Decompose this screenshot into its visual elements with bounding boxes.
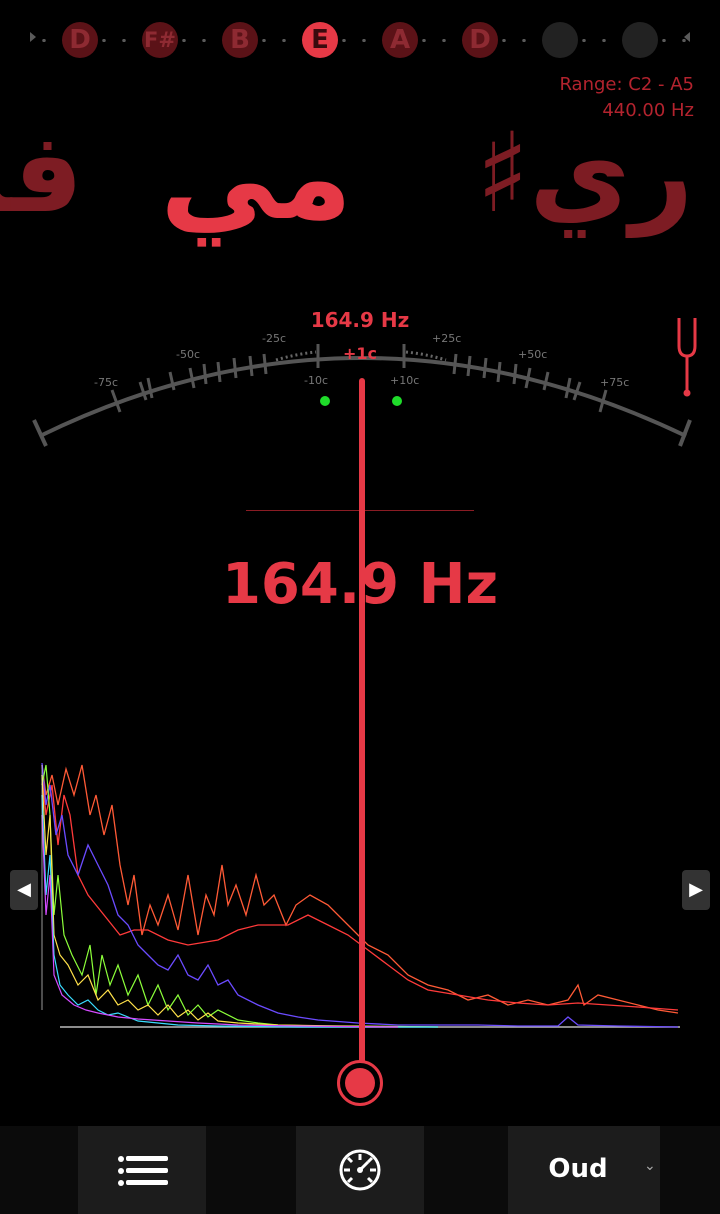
meter-frequency: 164.9 Hz <box>310 308 410 332</box>
tick-label-plus10: +10c <box>390 374 419 387</box>
tick-label-minus10: -10c <box>304 374 328 387</box>
in-tune-indicator-right <box>392 396 402 406</box>
range-text: Range: C2 - A5 <box>559 74 694 95</box>
instrument-label: Oud <box>548 1154 608 1184</box>
string-button-a[interactable]: A <box>382 22 418 58</box>
string-button-empty-2[interactable] <box>622 22 658 58</box>
tick-label-plus75: +75c <box>600 376 629 389</box>
string-button-d-high[interactable]: D <box>462 22 498 58</box>
toolbar-spacer-4 <box>660 1126 720 1214</box>
string-button-b[interactable]: B <box>222 22 258 58</box>
prev-string-button[interactable]: ◀ <box>10 870 38 910</box>
scroll-right-icon <box>684 32 690 42</box>
string-button-fsharp[interactable]: F# <box>142 22 178 58</box>
toolbar-spacer-3 <box>424 1126 508 1214</box>
chevron-down-icon: ⌄ <box>644 1158 656 1174</box>
scroll-left-icon <box>30 32 36 42</box>
current-note: مي <box>160 108 353 246</box>
string-button-d-low[interactable]: D <box>62 22 98 58</box>
tuning-fork-icon[interactable] <box>674 316 700 398</box>
tuning-needle <box>359 378 365 1068</box>
string-dots <box>34 39 688 42</box>
in-tune-indicator-left <box>320 396 330 406</box>
next-string-button[interactable]: ▶ <box>682 870 710 910</box>
sharp-sign: ♯ <box>476 109 530 237</box>
string-selector: D F# B E A D <box>0 20 720 60</box>
instrument-selector[interactable]: Oud ⌄ <box>508 1126 660 1214</box>
next-note-group: ♯ري <box>476 118 693 228</box>
previous-note: فا <box>0 109 84 237</box>
gauge-icon <box>339 1149 381 1191</box>
bottom-toolbar: Oud ⌄ <box>0 1126 720 1214</box>
toolbar-spacer-2 <box>206 1126 296 1214</box>
next-note: ري <box>529 109 694 237</box>
toolbar-spacer-1 <box>0 1126 78 1214</box>
mode-button[interactable] <box>296 1126 424 1214</box>
menu-button[interactable] <box>78 1126 206 1214</box>
needle-pivot <box>337 1060 383 1106</box>
tick-label-minus75: -75c <box>94 376 118 389</box>
string-button-empty-1[interactable] <box>542 22 578 58</box>
cents-offset: +1c <box>342 344 378 363</box>
spectrum-trace-yellow <box>41 774 439 1028</box>
string-button-e[interactable]: E <box>302 22 338 58</box>
